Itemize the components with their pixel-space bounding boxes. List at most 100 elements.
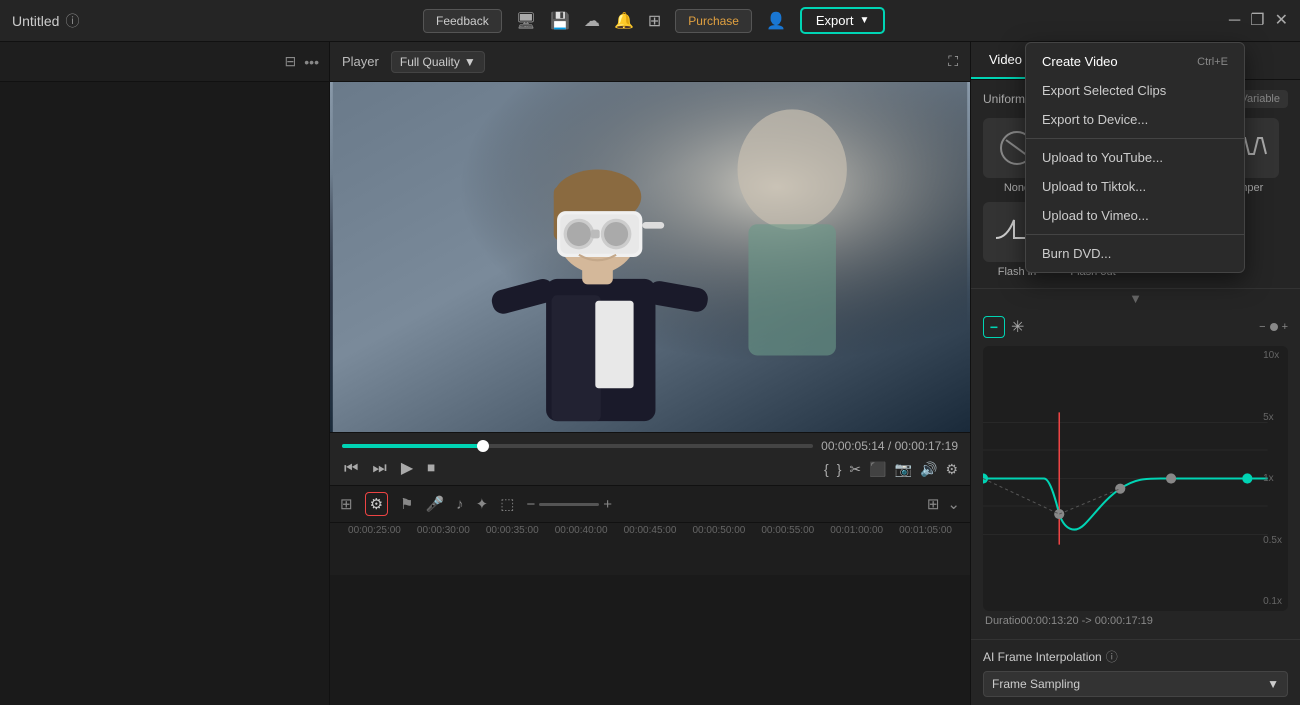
dropdown-divider-1 <box>1026 138 1244 139</box>
play-button[interactable]: ▶ <box>399 459 415 479</box>
create-video-label: Create Video <box>1042 54 1118 69</box>
grid-icon[interactable]: ⊞ <box>648 11 661 31</box>
export-dropdown: Create Video Ctrl+E Export Selected Clip… <box>1025 42 1245 273</box>
vr-scene-background <box>330 82 970 432</box>
ai-frame-select[interactable]: Frame Sampling ▼ <box>983 671 1288 697</box>
dropdown-create-video[interactable]: Create Video Ctrl+E <box>1026 47 1244 76</box>
info-icon: ⓘ <box>65 11 79 31</box>
effects-icon[interactable]: ✦ <box>476 495 489 513</box>
ai-label-row: AI Frame Interpolation ⓘ <box>983 648 1288 665</box>
collapse-icon[interactable]: ⌄ <box>947 495 960 513</box>
mark-in-icon[interactable]: { <box>824 461 829 477</box>
progress-thumb <box>477 440 489 452</box>
export-label: Export <box>816 13 854 28</box>
chevron-down-icon: ▼ <box>859 15 869 26</box>
mic-icon[interactable]: 🎤 <box>425 495 444 513</box>
trim-icon[interactable]: ✂ <box>849 461 861 478</box>
filter-icon[interactable]: ⊟ <box>285 53 297 70</box>
dropdown-divider-2 <box>1026 234 1244 235</box>
tab-video-label: Video <box>989 52 1022 67</box>
title-center-icons: Feedback 🖥 💾 ☁ 🔔 ⊞ Purchase 👤 Export ▼ <box>423 7 885 34</box>
volume-icon[interactable]: 🔊 <box>920 461 937 478</box>
feedback-button[interactable]: Feedback <box>423 9 502 33</box>
timeline-toolbar: ⊞ ⚙ ⚑ 🎤 ♪ ✦ ⬚ − + ⊞ ⌄ <box>330 486 970 523</box>
ai-section: AI Frame Interpolation ⓘ Frame Sampling … <box>971 639 1300 705</box>
graph-label-1x: 1x <box>1263 473 1282 484</box>
graph-label-5x: 5x <box>1263 412 1282 423</box>
duration-text: Duratio00:00:13:20 -> 00:00:17:19 <box>983 611 1288 631</box>
grid-layout-icon[interactable]: ⊞ <box>927 495 940 513</box>
dropdown-upload-youtube[interactable]: Upload to YouTube... <box>1026 143 1244 172</box>
quality-select[interactable]: Full Quality ▼ <box>391 51 485 73</box>
ruler-mark: 00:00:35:00 <box>478 525 547 536</box>
graph-labels: 10x 5x 1x 0.5x 0.1x <box>1263 346 1282 611</box>
player-bar: Player Full Quality ▼ ⛶ <box>330 42 970 82</box>
create-video-shortcut: Ctrl+E <box>1197 56 1228 68</box>
timeline-tools-right: ⊞ ⌄ <box>927 495 960 513</box>
save-icon[interactable]: 💾 <box>550 11 570 31</box>
settings-gear-icon[interactable]: ⚙ <box>365 492 388 516</box>
snapshot-icon[interactable]: 📷 <box>895 461 912 478</box>
bell-icon[interactable]: 🔔 <box>614 11 634 31</box>
ruler-mark: 00:00:50:00 <box>684 525 753 536</box>
maximize-button[interactable]: ❐ <box>1250 13 1264 29</box>
purchase-button[interactable]: Purchase <box>675 9 752 33</box>
mark-out-icon[interactable]: } <box>837 461 842 477</box>
frame-back-button[interactable]: ⏭ <box>370 459 388 479</box>
speed-expand-toggle[interactable]: ▼ <box>971 289 1300 308</box>
zoom-plus-icon[interactable]: + <box>1282 321 1288 333</box>
dropdown-burn-dvd[interactable]: Burn DVD... <box>1026 239 1244 268</box>
window-controls: ─ ❐ ✕ <box>1229 13 1288 29</box>
graph-label-0-5x: 0.5x <box>1263 535 1282 546</box>
more-ctrl-icon[interactable]: ⚙ <box>945 461 958 478</box>
dropdown-export-selected[interactable]: Export Selected Clips <box>1026 76 1244 105</box>
dropdown-upload-vimeo[interactable]: Upload to Vimeo... <box>1026 201 1244 230</box>
graph-label-0-1x: 0.1x <box>1263 596 1282 607</box>
timeline-add-icon[interactable]: ⊞ <box>340 495 353 513</box>
time-separator: / <box>888 439 895 453</box>
step-back-button[interactable]: ⏮ <box>342 459 360 479</box>
export-device-label: Export to Device... <box>1042 112 1148 127</box>
curve-zoom: − + <box>1259 321 1288 333</box>
zoom-in-icon[interactable]: + <box>603 496 612 513</box>
ruler-mark: 00:00:45:00 <box>616 525 685 536</box>
curve-controls: − ✳ − + <box>983 316 1288 338</box>
music-icon[interactable]: ♪ <box>456 496 464 513</box>
monitor-icon[interactable]: 🖥 <box>516 11 536 31</box>
scene-svg <box>330 82 970 432</box>
export-button[interactable]: Export ▼ <box>800 7 885 34</box>
speed-graph[interactable]: 10x 5x 1x 0.5x 0.1x <box>983 346 1288 611</box>
account-icon[interactable]: 👤 <box>766 11 786 31</box>
fullscreen-icon[interactable]: ⛶ <box>948 53 958 70</box>
sidebar-toolbar: ⊟ ••• <box>0 42 329 82</box>
upload-youtube-label: Upload to YouTube... <box>1042 150 1163 165</box>
dropdown-upload-tiktok[interactable]: Upload to Tiktok... <box>1026 172 1244 201</box>
snowflake-icon[interactable]: ✳ <box>1011 317 1024 337</box>
zoom-control: − + <box>526 496 612 513</box>
dropdown-export-device[interactable]: Export to Device... <box>1026 105 1244 134</box>
total-time: 00:00:17:19 <box>895 439 958 453</box>
close-button[interactable]: ✕ <box>1275 13 1288 29</box>
zoom-dot-icon <box>1270 323 1278 331</box>
graph-label-10x: 10x <box>1263 350 1282 361</box>
split-icon[interactable]: ⬛ <box>869 461 886 478</box>
more-icon[interactable]: ••• <box>304 54 319 70</box>
sidebar-content <box>0 82 329 705</box>
cloud-icon[interactable]: ☁ <box>584 11 600 31</box>
curve-section: − ✳ − + 10x 5x 1x 0.5x 0.1x <box>971 308 1300 639</box>
zoom-out-icon[interactable]: − <box>526 496 535 513</box>
ruler-mark: 00:00:30:00 <box>409 525 478 536</box>
flag-icon[interactable]: ⚑ <box>400 495 413 513</box>
frame-icon[interactable]: ⬚ <box>500 495 514 513</box>
progress-row: 00:00:05:14 / 00:00:17:19 <box>342 439 958 453</box>
zoom-slider[interactable] <box>539 503 599 506</box>
zoom-minus-icon[interactable]: − <box>1259 321 1265 333</box>
minimize-button[interactable]: ─ <box>1229 13 1240 29</box>
ai-info-icon[interactable]: ⓘ <box>1106 648 1118 665</box>
progress-track[interactable] <box>342 444 813 448</box>
upload-vimeo-label: Upload to Vimeo... <box>1042 208 1149 223</box>
ai-select-value: Frame Sampling <box>992 677 1080 691</box>
stop-button[interactable]: ⏹ <box>425 459 437 479</box>
curve-minus-button[interactable]: − <box>983 316 1005 338</box>
title-left: Untitled ⓘ <box>12 11 79 31</box>
